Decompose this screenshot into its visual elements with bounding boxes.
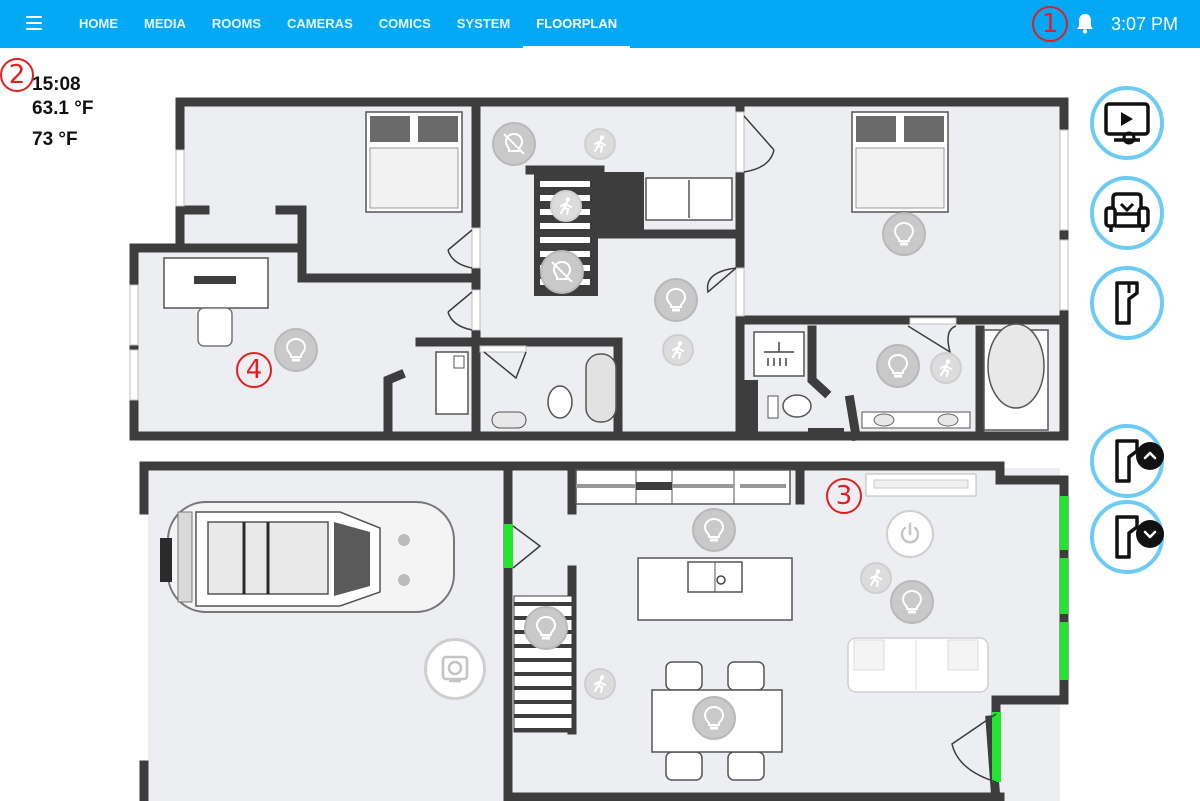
annotation-marker-1: 1 — [1032, 6, 1068, 42]
light-bulb-master-bath[interactable] — [876, 344, 920, 388]
top-app-bar: HOME MEDIA ROOMS CAMERAS COMICS SYSTEM F… — [0, 0, 1200, 48]
washer-dryer — [645, 177, 733, 221]
camera-icon[interactable] — [424, 638, 486, 700]
light-bulb-hall-upper-off[interactable] — [492, 122, 536, 166]
motion-sensor-icon[interactable] — [930, 352, 962, 384]
motion-sensor-icon[interactable] — [662, 334, 694, 366]
annotation-marker-3: 3 — [826, 478, 862, 514]
annotation-label-4: 4 — [245, 355, 263, 385]
garage-door-button[interactable] — [1090, 266, 1164, 340]
annotation-marker-4: 4 — [236, 352, 272, 388]
bed-right — [851, 111, 949, 213]
light-bulb-office[interactable] — [274, 328, 318, 372]
wall-block — [808, 428, 844, 440]
motion-sensor-icon[interactable] — [584, 128, 616, 160]
bed-left — [365, 111, 463, 213]
chevron-up-icon[interactable] — [1136, 442, 1164, 470]
wall-block — [740, 380, 758, 436]
motion-sensor-icon[interactable] — [860, 562, 892, 594]
power-icon[interactable] — [886, 510, 934, 558]
light-bulb-stairs-lower[interactable] — [524, 606, 568, 650]
armchair-icon — [1104, 192, 1150, 232]
sofa — [847, 637, 989, 693]
car — [160, 501, 455, 613]
kitchen-island — [637, 557, 793, 621]
bell-icon[interactable] — [1075, 12, 1095, 36]
tab-system[interactable]: SYSTEM — [444, 0, 523, 48]
chevron-down-icon[interactable] — [1136, 520, 1164, 548]
hamburger-menu-icon[interactable] — [18, 12, 50, 36]
light-bulb-living[interactable] — [890, 580, 934, 624]
header-clock: 3:07 PM — [1111, 14, 1179, 34]
armchair-button[interactable] — [1090, 176, 1164, 250]
motion-sensor-icon[interactable] — [550, 190, 582, 222]
light-bulb-stairs-upper-off[interactable] — [540, 250, 584, 294]
annotation-label-3: 3 — [835, 481, 853, 511]
wall-block — [596, 172, 644, 232]
light-bulb-kitchen[interactable] — [692, 508, 736, 552]
app-root: HOME MEDIA ROOMS CAMERAS COMICS SYSTEM F… — [0, 0, 1200, 801]
tab-rooms[interactable]: ROOMS — [199, 0, 274, 48]
tab-media[interactable]: MEDIA — [131, 0, 199, 48]
tab-bar: HOME MEDIA ROOMS CAMERAS COMICS SYSTEM F… — [66, 0, 631, 48]
light-bulb-bedroom-right[interactable] — [882, 212, 926, 256]
tab-comics[interactable]: COMICS — [366, 0, 444, 48]
annotation-label-1: 1 — [1041, 9, 1059, 39]
light-bulb-bathroom-upper[interactable] — [654, 278, 698, 322]
light-bulb-dining[interactable] — [692, 696, 736, 740]
media-player-button[interactable] — [1090, 86, 1164, 160]
garage-door-icon — [1115, 281, 1139, 325]
media-player-icon — [1104, 102, 1150, 145]
tab-home[interactable]: HOME — [66, 0, 131, 48]
tab-floorplan[interactable]: FLOORPLAN — [523, 0, 631, 48]
motion-sensor-icon[interactable] — [584, 668, 616, 700]
tab-cameras[interactable]: CAMERAS — [274, 0, 366, 48]
